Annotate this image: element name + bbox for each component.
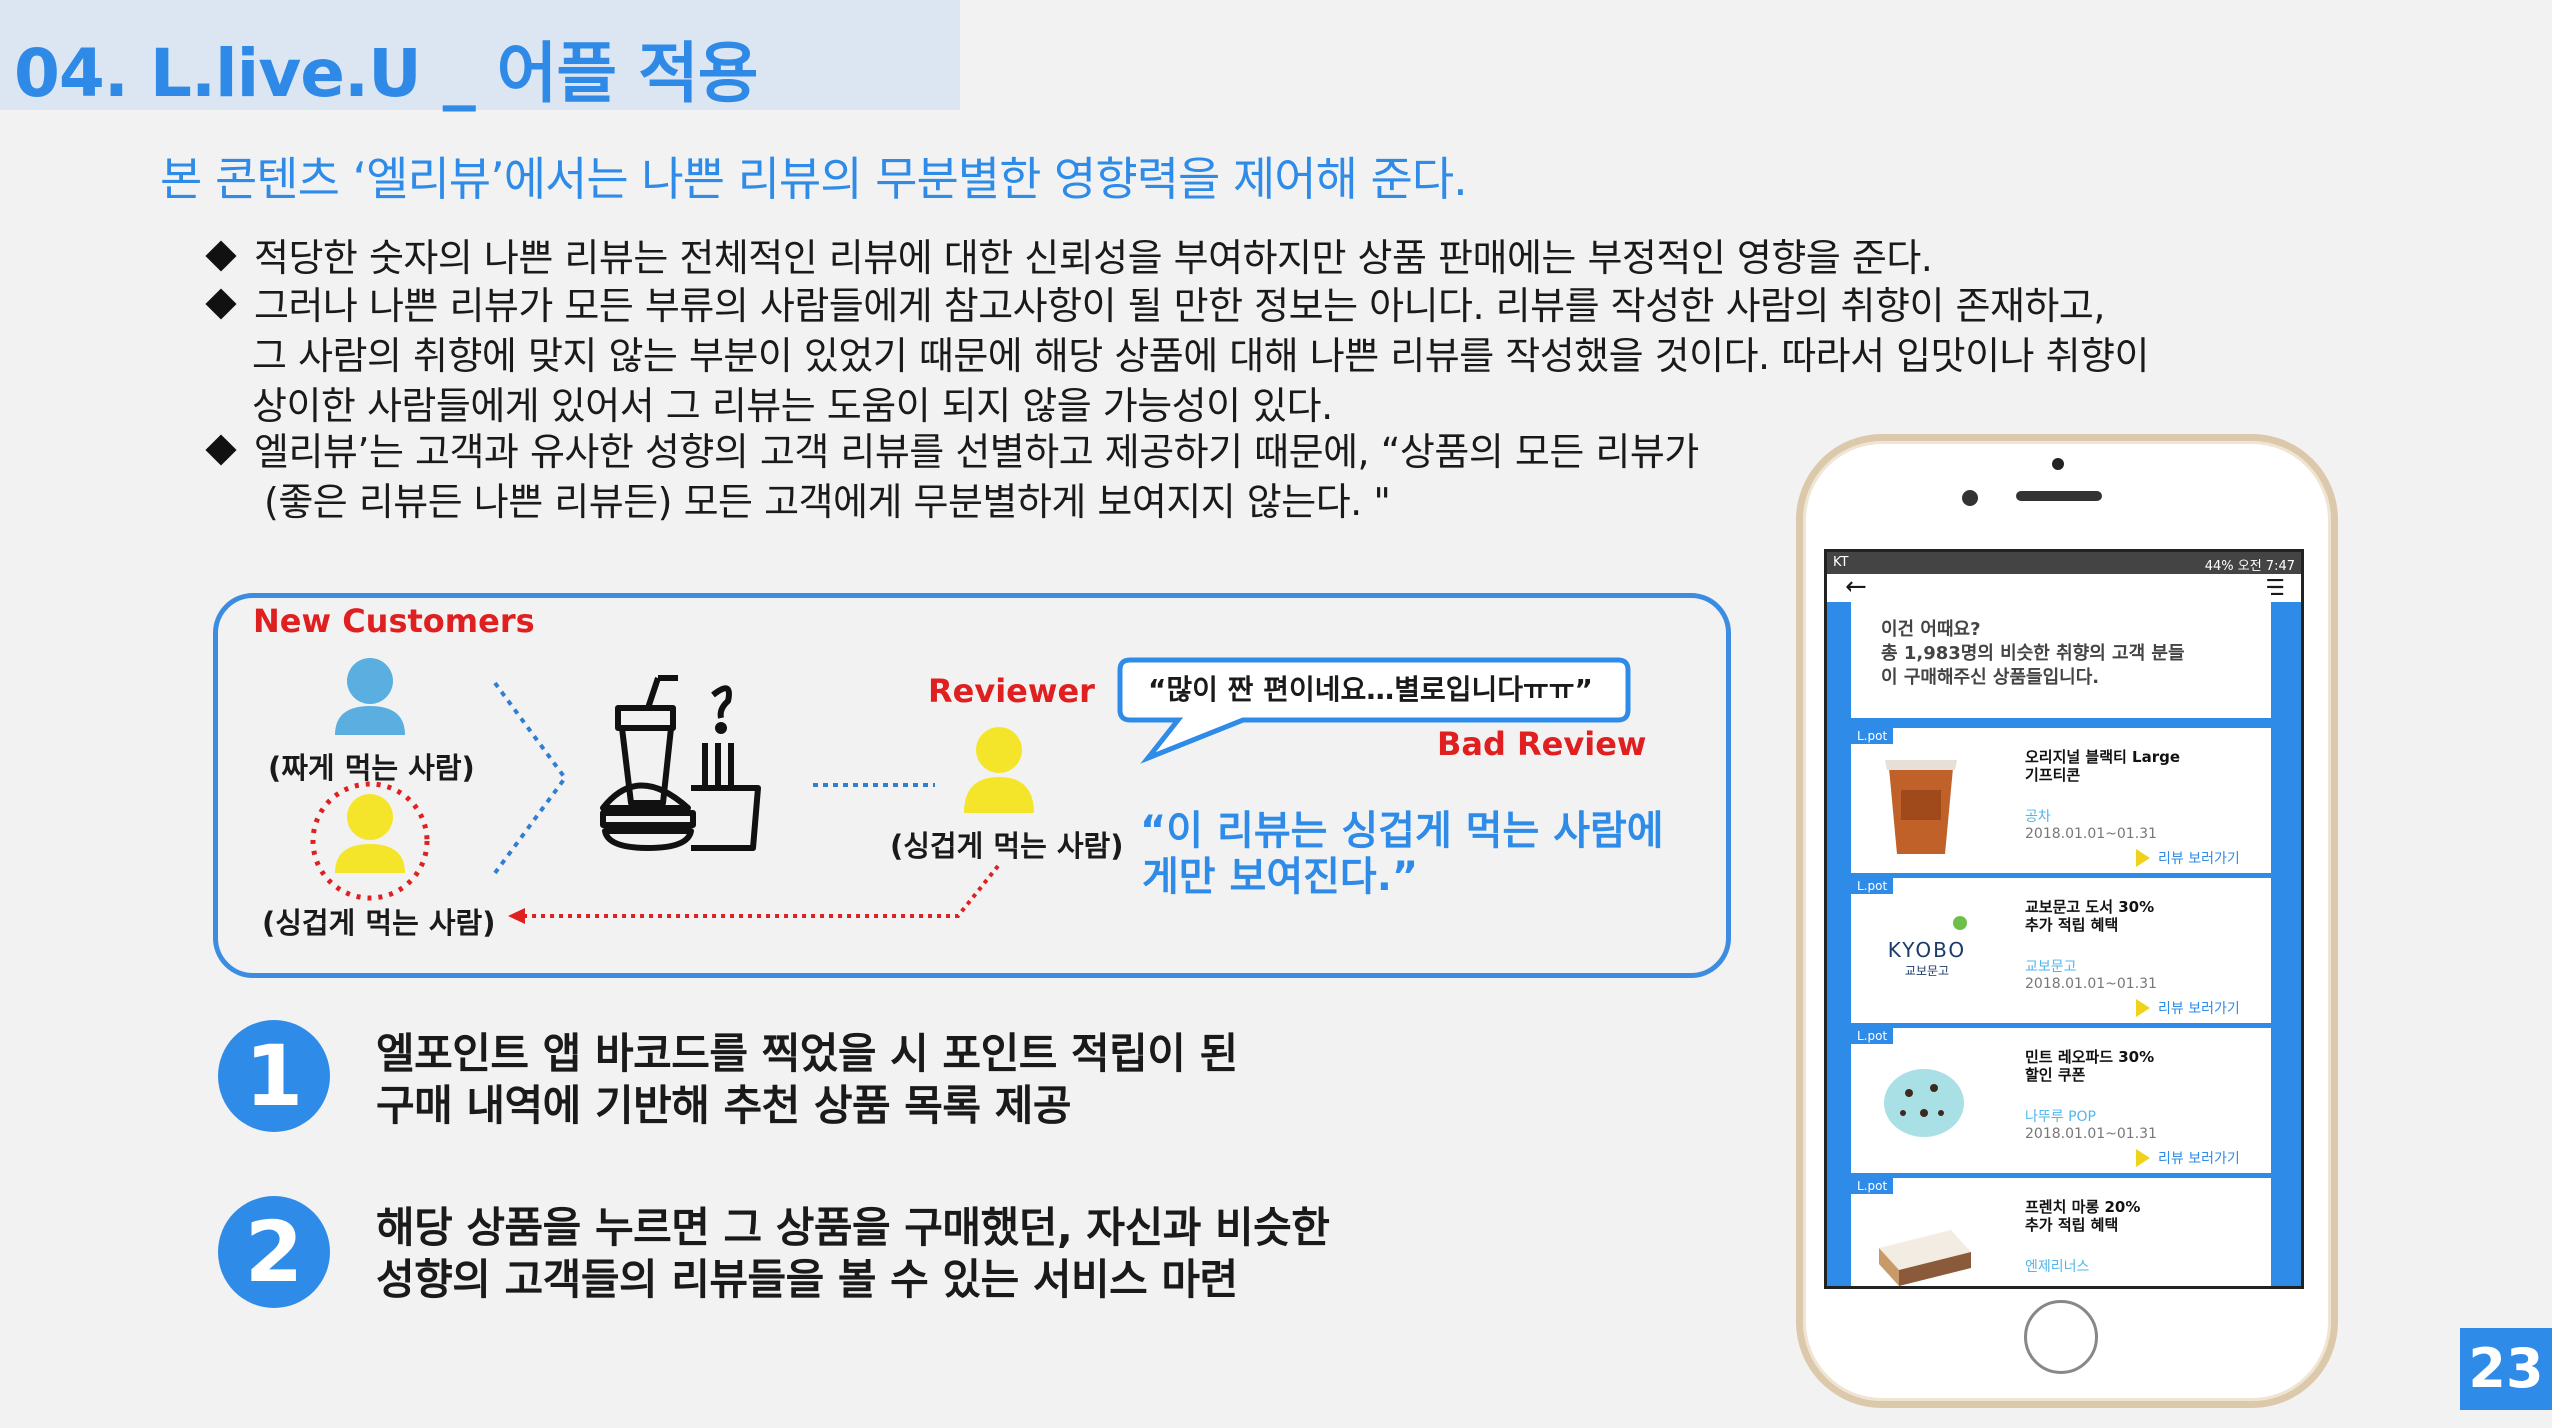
bad-review-label: Bad Review <box>1437 725 1647 763</box>
bullet-text: 그러나 나쁜 리뷰가 모든 부류의 사람들에게 참고사항이 될 만한 정보는 아… <box>254 284 2105 328</box>
bullet-3: 엘리뷰’는 고객과 유사한 성향의 고객 리뷰를 선별하고 제공하기 때문에, … <box>205 427 1699 527</box>
card-title: 교보문고 도서 30% 추가 적립 혜택 <box>2025 898 2155 934</box>
fast-food-icon <box>600 675 761 851</box>
card-title: 프렌치 마롱 20% 추가 적립 혜택 <box>2025 1198 2141 1234</box>
card-brand: 엔제리너스 <box>2025 1259 2090 1275</box>
kyobo-logo: KYOBO 교보문고 <box>1877 916 1977 979</box>
feature-line: 해당 상품을 누르면 그 상품을 구매했던, 자신과 비슷한 <box>376 1203 1330 1252</box>
play-arrow-icon <box>2136 849 2150 867</box>
iced-tea-icon <box>1885 760 1957 854</box>
card-title: 오리지널 블랙티 Large 기프티콘 <box>2025 748 2181 784</box>
matched-customer-person-icon <box>310 781 430 901</box>
red-dashed-arrow <box>523 864 1000 918</box>
reviewer-title: Reviewer <box>928 672 1095 710</box>
feature-2: 해당 상품을 누르면 그 상품을 구매했던, 자신과 비슷한 성향의 고객들의 … <box>376 1202 1330 1306</box>
bullet-text: 그 사람의 취향에 맞지 않는 부분이 있었기 때문에 해당 상품에 대해 나쁜… <box>252 334 2149 378</box>
reviewer-person-icon <box>964 727 1034 813</box>
card-date: 2018.01.01~01.31 <box>2025 1126 2157 1142</box>
lpot-badge: L.pot <box>1851 1028 1894 1044</box>
dashed-chevron <box>493 681 568 875</box>
diamond-bullet-icon <box>205 434 237 466</box>
lpot-badge: L.pot <box>1851 878 1894 894</box>
mint-icecream-icon <box>1884 1069 1964 1137</box>
phone-speaker-icon <box>2016 491 2102 501</box>
bullet-2: 그러나 나쁜 리뷰가 모든 부류의 사람들에게 참고사항이 될 만한 정보는 아… <box>205 281 2149 431</box>
view-review-link[interactable]: 리뷰 보러가기 <box>2136 998 2240 1018</box>
header-line: 이 구매해주신 상품들입니다. <box>1881 667 2100 688</box>
reviewer-label: (싱겁게 먹는 사람) <box>890 829 1124 863</box>
play-arrow-icon <box>2136 999 2150 1017</box>
card-date: 2018.01.01~01.31 <box>2025 976 2157 992</box>
card-brand: 나뚜루 POP <box>2025 1109 2096 1125</box>
feature-line: 엘포인트 앱 바코드를 찍었을 시 포인트 적립이 된 <box>376 1029 1238 1078</box>
page-number: 23 <box>2460 1328 2552 1410</box>
highlight-quote: “이 리뷰는 싱겁게 먹는 사람에 게만 보여진다.” <box>1140 808 1664 900</box>
bullet-1: 적당한 숫자의 나쁜 리뷰는 전체적인 리뷰에 대한 신뢰성을 부여하지만 상품… <box>205 233 1933 283</box>
bullet-text: 엘리뷰’는 고객과 유사한 성향의 고객 리뷰를 선별하고 제공하기 때문에, … <box>254 430 1699 474</box>
bullet-text: (좋은 리뷰든 나쁜 리뷰든) 모든 고객에게 무분별하게 보여지지 않는다. … <box>264 480 1391 524</box>
header-line: 총 1,983명의 비슷한 취향의 고객 분들 <box>1881 643 2185 664</box>
feature-line: 구매 내역에 기반해 추천 상품 목록 제공 <box>376 1081 1071 1130</box>
view-review-link[interactable]: 리뷰 보러가기 <box>2136 848 2240 868</box>
feature-1: 엘포인트 앱 바코드를 찍었을 시 포인트 적립이 된 구매 내역에 기반해 추… <box>376 1028 1238 1132</box>
quote-line: “이 리뷰는 싱겁게 먹는 사람에 <box>1140 808 1664 854</box>
status-bar: KT 44% 오전 7:47 <box>1827 552 2301 574</box>
number-badge-2: 2 <box>218 1196 330 1308</box>
card-date: 2018.01.01~01.31 <box>2025 826 2157 842</box>
play-arrow-icon <box>2136 1149 2150 1167</box>
bubble-text: “많이 짠 편이네요…별로입니다ㅠㅠ” <box>1148 673 1593 706</box>
carrier-text: KT <box>1833 555 1849 570</box>
lpot-badge: L.pot <box>1851 1178 1894 1194</box>
card-brand: 공차 <box>2025 809 2051 825</box>
view-review-link[interactable]: 리뷰 보러가기 <box>2136 1148 2240 1168</box>
product-card[interactable]: L.pot 프렌치 마롱 20% 추가 적립 혜택 엔제리너스 <box>1851 1178 2271 1286</box>
header-line: 이건 어때요? <box>1881 619 1981 640</box>
subtitle: 본 콘텐츠 ‘엘리뷰’에서는 나쁜 리뷰의 무분별한 영향력을 제어해 준다. <box>160 152 1468 206</box>
status-text: 44% 오전 7:47 <box>2204 559 2295 574</box>
cake-icon <box>1879 1230 1971 1286</box>
product-card[interactable]: L.pot 오리지널 블랙티 Large 기프티콘 공차 2018.01.01~0… <box>1851 728 2271 876</box>
customer2-label: (싱겁게 먹는 사람) <box>262 906 496 940</box>
lpot-badge: L.pot <box>1851 728 1894 744</box>
customer-person-icon <box>335 658 405 735</box>
card-brand: 교보문고 <box>2025 959 2077 975</box>
product-card[interactable]: L.pot 민트 레오파드 30% 할인 쿠폰 나뚜루 POP 2018.01.0… <box>1851 1028 2271 1176</box>
arrow-head <box>508 908 525 924</box>
number-badge-1: 1 <box>218 1020 330 1132</box>
card-title: 민트 레오파드 30% 할인 쿠폰 <box>2025 1048 2155 1084</box>
bullet-text: 적당한 숫자의 나쁜 리뷰는 전체적인 리뷰에 대한 신뢰성을 부여하지만 상품… <box>254 236 1933 280</box>
diamond-bullet-icon <box>205 288 237 320</box>
recommend-header: 이건 어때요? 총 1,983명의 비슷한 취향의 고객 분들 이 구매해주신 … <box>1851 588 2271 718</box>
phone-screen: KT 44% 오전 7:47 ← ☰ 이건 어때요? 총 1,983명의 비슷한… <box>1824 549 2304 1289</box>
product-card[interactable]: L.pot KYOBO 교보문고 교보문고 도서 30% 추가 적립 혜택 교보문… <box>1851 878 2271 1026</box>
page-title: 04. L.live.U _ 어플 적용 <box>14 35 759 112</box>
home-button[interactable] <box>2024 1300 2098 1374</box>
bullet-text: 상이한 사람들에게 있어서 그 리뷰는 도움이 되지 않을 가능성이 있다. <box>252 384 1333 428</box>
customer1-label: (짜게 먹는 사람) <box>268 751 475 785</box>
feature-line: 성향의 고객들의 리뷰들을 볼 수 있는 서비스 마련 <box>376 1255 1238 1304</box>
phone-sensor-icon <box>2052 458 2064 470</box>
phone-camera-icon <box>1962 490 1978 506</box>
quote-line: 게만 보여진다.” <box>1142 854 1419 900</box>
diamond-bullet-icon <box>205 240 237 272</box>
